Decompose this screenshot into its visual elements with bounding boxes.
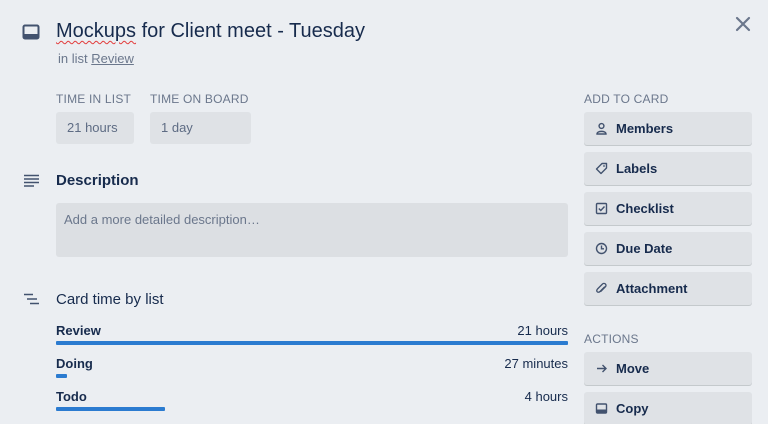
description-input[interactable]: Add a more detailed description… [56,203,568,257]
members-button[interactable]: Members [584,112,752,145]
move-button[interactable]: Move [584,352,752,385]
copy-button[interactable]: Copy [584,392,752,424]
time-in-list-value: 21 hours [56,112,134,144]
list-time-bar [56,341,568,345]
in-list-line: in list Review [58,51,134,66]
paperclip-icon [596,282,607,293]
card-icon [22,24,40,40]
card-title-rest: for Client meet - Tuesday [136,20,366,42]
list-time-row-todo: Todo 4 hours [56,389,568,411]
arrow-right-icon [597,364,607,373]
time-on-board-label: TIME ON BOARD [150,92,249,106]
list-time-bar [56,374,67,378]
labels-label: Labels [616,161,658,176]
list-time-bar [56,407,165,411]
person-icon [596,122,607,135]
actions-label: ACTIONS [584,332,639,346]
tag-icon [595,162,608,175]
card-title[interactable]: Mockups for Client meet - Tuesday [56,20,365,43]
move-label: Move [616,361,650,376]
time-in-list-label: TIME IN LIST [56,92,132,106]
copy-label: Copy [616,401,649,416]
card-time-heading: Card time by list [56,291,164,308]
card-time-icon [24,293,39,305]
members-label: Members [616,121,674,136]
description-icon [24,174,39,187]
attachment-label: Attachment [616,281,688,296]
list-time-row-review: Review 21 hours [56,323,568,345]
checklist-label: Checklist [616,201,674,216]
list-time-duration: 21 hours [517,323,568,338]
add-to-card-label: ADD TO CARD [584,92,669,106]
labels-button[interactable]: Labels [584,152,752,185]
clock-icon [595,242,608,255]
list-time-name: Doing [56,356,93,371]
in-list-prefix: in list [58,51,92,66]
list-link[interactable]: Review [91,51,134,66]
attachment-button[interactable]: Attachment [584,272,752,305]
due-date-button[interactable]: Due Date [584,232,752,265]
checklist-button[interactable]: Checklist [584,192,752,225]
card-title-word: Mockups [56,20,137,42]
close-icon[interactable] [733,14,753,34]
due-date-label: Due Date [616,241,673,256]
list-time-name: Todo [56,389,87,404]
list-time-row-doing: Doing 27 minutes [56,356,568,378]
description-heading: Description [56,172,139,189]
list-time-duration: 27 minutes [504,356,568,371]
list-time-duration: 4 hours [524,389,568,404]
card-icon [595,403,608,414]
checkbox-icon [595,202,608,215]
time-on-board-value: 1 day [150,112,251,144]
list-time-name: Review [56,323,101,338]
